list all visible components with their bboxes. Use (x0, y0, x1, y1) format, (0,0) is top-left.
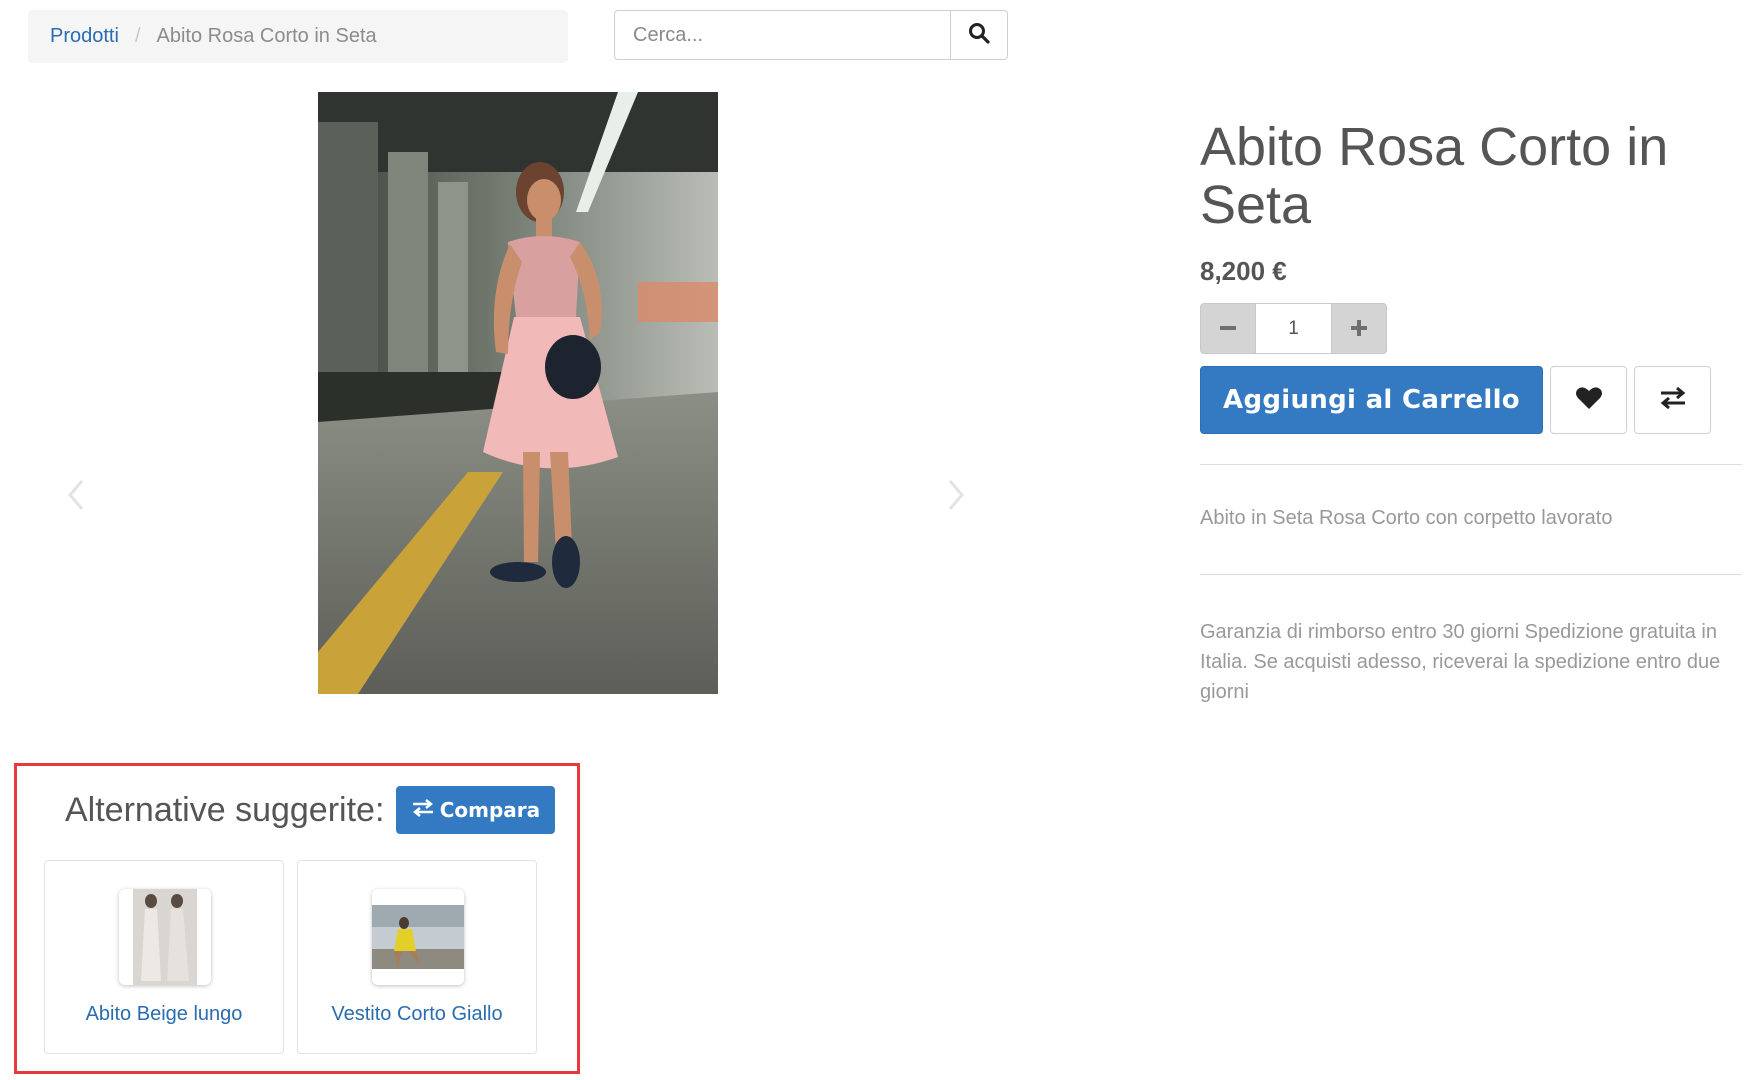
search-button[interactable] (950, 10, 1008, 60)
heart-icon (1575, 385, 1603, 416)
plus-icon (1349, 312, 1369, 346)
search-bar (614, 10, 1008, 60)
breadcrumb-separator: / (134, 25, 141, 47)
product-image-carousel (40, 92, 980, 696)
divider (1200, 464, 1742, 465)
compare-product-button[interactable] (1634, 366, 1711, 434)
alternative-card[interactable]: Abito Beige lungo (44, 860, 284, 1054)
chevron-left-icon (66, 478, 86, 517)
wishlist-button[interactable] (1550, 366, 1627, 434)
search-input[interactable] (614, 10, 950, 60)
product-guarantee: Garanzia di rimborso entro 30 giorni Spe… (1200, 621, 1721, 703)
product-title: Abito Rosa Corto in Seta (1200, 117, 1669, 235)
carousel-next-button[interactable] (938, 472, 974, 522)
product-price: 8,200 € (1200, 256, 1287, 286)
alternative-thumbnail (372, 889, 464, 985)
quantity-input[interactable] (1256, 303, 1331, 354)
quantity-decrease-button[interactable] (1200, 303, 1256, 354)
compare-button[interactable]: Compara (396, 786, 556, 834)
product-info-panel: Abito Rosa Corto in Seta 8,200 € Aggiung… (1200, 118, 1745, 707)
minus-icon (1218, 312, 1238, 346)
quantity-increase-button[interactable] (1331, 303, 1387, 354)
add-to-cart-button[interactable]: Aggiungi al Carrello (1200, 366, 1543, 434)
carousel-prev-button[interactable] (58, 472, 94, 522)
exchange-icon (412, 798, 434, 822)
suggested-alternatives: Alternative suggerite: Compara Abito Bei… (14, 763, 580, 1074)
breadcrumb-link-prodotti[interactable]: Prodotti (50, 25, 119, 48)
product-actions: Aggiungi al Carrello (1200, 366, 1745, 434)
alternative-name[interactable]: Abito Beige lungo (45, 1003, 283, 1026)
search-icon (968, 22, 990, 49)
chevron-right-icon (946, 478, 966, 517)
breadcrumb: Prodotti / Abito Rosa Corto in Seta (28, 10, 568, 63)
alternative-card[interactable]: Vestito Corto Giallo (297, 860, 537, 1054)
alternative-thumbnail (119, 889, 211, 985)
quantity-stepper (1200, 303, 1387, 354)
product-photo (318, 92, 718, 694)
alternatives-title: Alternative suggerite: (65, 790, 385, 829)
exchange-icon (1659, 386, 1687, 414)
product-description: Abito in Seta Rosa Corto con corpetto la… (1200, 507, 1613, 529)
divider (1200, 574, 1742, 575)
alternatives-header: Alternative suggerite: Compara (65, 786, 556, 834)
compare-label: Compara (439, 798, 541, 822)
alternative-name[interactable]: Vestito Corto Giallo (298, 1003, 536, 1026)
breadcrumb-current: Abito Rosa Corto in Seta (156, 25, 377, 47)
